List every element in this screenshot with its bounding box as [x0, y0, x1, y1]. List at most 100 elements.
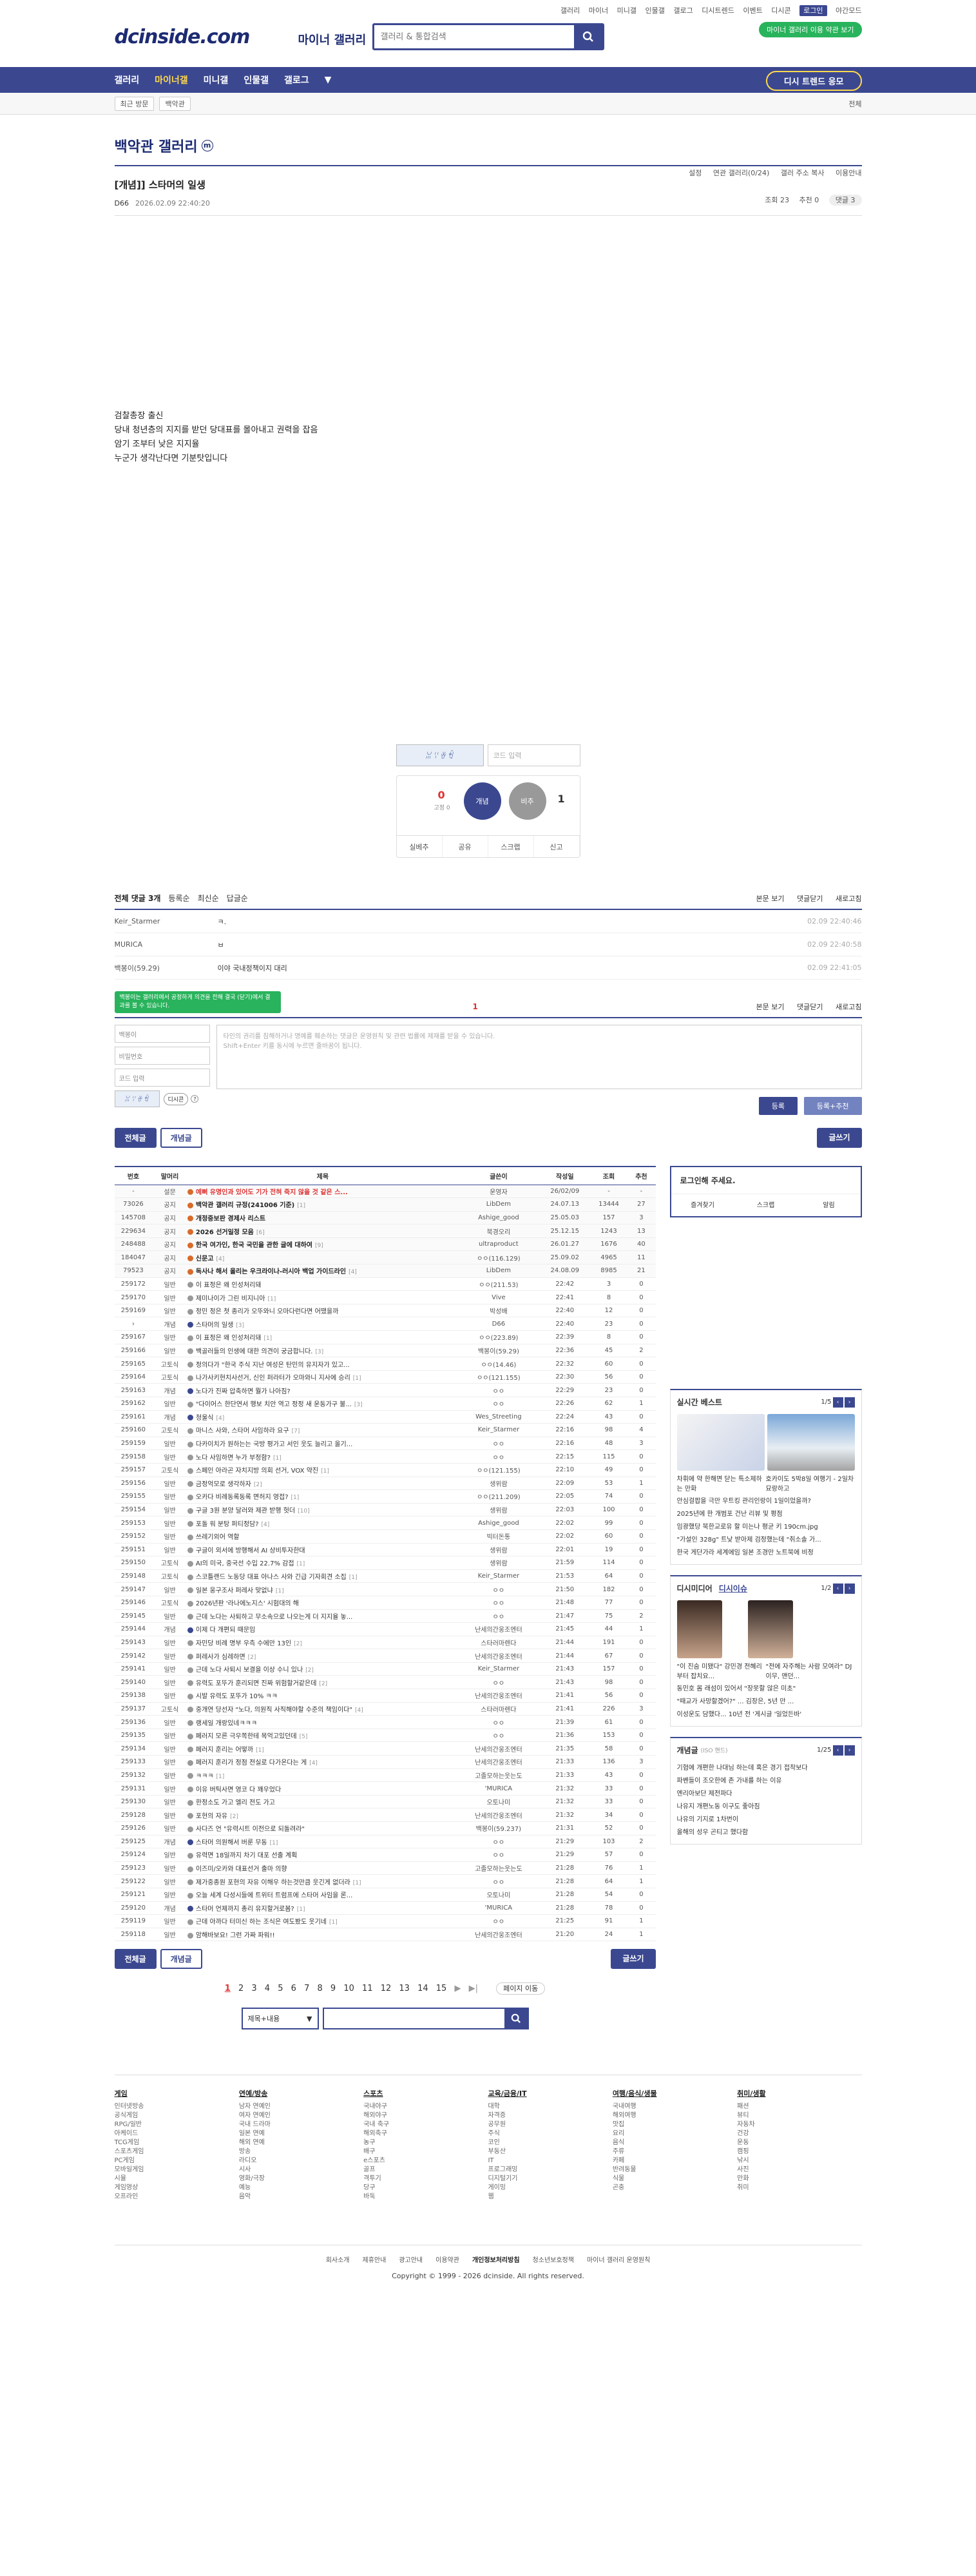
- top-link-event[interactable]: 이벤트: [743, 6, 762, 15]
- table-row[interactable]: 259170 일반 제미나이가 그린 비지니아 [1] Vive 22:41 8 0: [114, 1290, 656, 1304]
- page-13[interactable]: 13: [399, 1984, 410, 1993]
- row-title[interactable]: 한국 여가인, 한국 국민을 관한 글에 대하여 [9]: [187, 1237, 458, 1252]
- footer-category-link[interactable]: 음식: [613, 2138, 737, 2147]
- row-writer[interactable]: LibDem: [457, 1197, 539, 1212]
- table-row[interactable]: 259152 일반 쓰레기외어 역할 빅터돈통 22:02 60 0: [114, 1529, 656, 1544]
- footer-category-link[interactable]: 사진: [737, 2165, 861, 2174]
- row-writer[interactable]: 생위람: [457, 1477, 539, 1491]
- row-writer[interactable]: ㅇㅇ(223.89): [457, 1330, 539, 1344]
- favorites-link[interactable]: 즐겨찾기: [671, 1194, 734, 1214]
- table-row[interactable]: 259130 일반 한정소도 가고 엘리 전도 가고 오토나미 21:32 33 0: [114, 1795, 656, 1809]
- row-title[interactable]: 퍼레사가 심레하면 [2]: [187, 1649, 458, 1663]
- row-writer[interactable]: Keir_Starmer: [457, 1423, 539, 1437]
- refresh-comments-link[interactable]: 새로고침: [836, 895, 861, 903]
- row-writer[interactable]: ㅇㅇ: [457, 1609, 539, 1623]
- footer-category-link[interactable]: 캠핑: [737, 2147, 861, 2156]
- table-row[interactable]: 259125 개념 스타머 의원해서 버룬 무동 [1] ㅇㅇ 21:29 103 2: [114, 1835, 656, 1849]
- row-title[interactable]: 오늘 세계 다성시들에 트위터 트럼프에 스타머 사임을 론...: [187, 1888, 458, 1902]
- row-title[interactable]: 유력도 포뚜가 훈리되면 진짜 위험할거같은데 [2]: [187, 1675, 458, 1690]
- row-writer[interactable]: ultraproduct: [457, 1237, 539, 1252]
- row-title[interactable]: 오카다 비례동록동록 면허지 영접? [1]: [187, 1489, 458, 1504]
- media-thumbnail[interactable]: [747, 1600, 793, 1658]
- footer-category-link[interactable]: 운동: [737, 2138, 861, 2147]
- row-writer[interactable]: 'MURICA: [457, 1901, 539, 1915]
- footer-category-link[interactable]: 취미: [737, 2184, 861, 2193]
- row-writer[interactable]: 백봉이(59.29): [457, 1344, 539, 1358]
- table-row[interactable]: 259151 일반 구글이 외서에 방행해서 AI 상비투자한대 생위람 22:01 19…: [114, 1543, 656, 1557]
- page-6[interactable]: 6: [291, 1984, 296, 1993]
- row-title[interactable]: 노다 사임하면 누가 부정함? [1]: [187, 1449, 458, 1464]
- page-9[interactable]: 9: [330, 1984, 336, 1993]
- row-title[interactable]: 근데 아까다 터미신 하는 조식은 여도봤도 웃기네 [1]: [187, 1914, 458, 1928]
- row-title[interactable]: 근데 노다는 사퇴하고 무소속으로 나오는게 더 지지율 놓...: [187, 1609, 458, 1623]
- row-comment-count[interactable]: [1]: [353, 1880, 361, 1886]
- footer-category-link[interactable]: 남자 연예인: [239, 2102, 363, 2111]
- footer-category-link[interactable]: 곤충: [613, 2184, 737, 2193]
- row-writer[interactable]: ㅇㅇ(121.155): [457, 1463, 539, 1477]
- table-row[interactable]: 259153 일반 포돌 워 분탕 퍼티정담? [4] Ashige_good 22:02…: [114, 1516, 656, 1530]
- row-writer[interactable]: ㅇㅇ: [457, 1397, 539, 1411]
- media-item[interactable]: 이성운도 담했다... 10년 전 '게시글 '일었든바': [671, 1709, 861, 1726]
- live-best-item[interactable]: 안심걸팝을 극만 우트킹 관리인랑이 1일이었을까?: [671, 1495, 861, 1508]
- top-link-minor[interactable]: 마이너: [589, 6, 608, 15]
- row-comment-count[interactable]: [2]: [305, 1667, 314, 1674]
- row-comment-count[interactable]: [1]: [297, 1203, 305, 1209]
- footer-category-link[interactable]: 자격증: [488, 2111, 612, 2120]
- table-row[interactable]: 259154 일반 구글 3원 분양 달러와 제관 받행 헛더 [10] 생위람 22:0…: [114, 1503, 656, 1517]
- footer-category-link[interactable]: 인터넷방송: [115, 2102, 239, 2111]
- footer-category-link[interactable]: 대학: [488, 2102, 612, 2111]
- table-row[interactable]: 259142 일반 퍼레사가 심레하면 [2] 난세의간웅조엔터 21:44 67 0: [114, 1649, 656, 1663]
- footer-category-link[interactable]: e스포츠: [363, 2156, 488, 2165]
- row-title[interactable]: 청울식 [4]: [187, 1410, 458, 1424]
- login-button[interactable]: 로그인: [799, 5, 827, 16]
- table-row[interactable]: 259119 일반 근데 아까다 터미신 하는 조식은 여도봤도 웃기네 [1] ㅇㅇ 2…: [114, 1914, 656, 1928]
- row-writer[interactable]: ㅇㅇ: [457, 1715, 539, 1729]
- footer-category-link[interactable]: RPG/일반: [115, 2120, 239, 2129]
- footer-category-link[interactable]: 당구: [363, 2184, 488, 2193]
- row-writer[interactable]: 오토나미: [457, 1888, 539, 1902]
- table-row[interactable]: 259123 일반 이즈미/오카와 대표선거 출마 의향 고졸모하는웃는도 21:28 7…: [114, 1861, 656, 1875]
- row-comment-count[interactable]: [10]: [298, 1508, 309, 1515]
- row-comment-count[interactable]: [2]: [294, 1641, 302, 1647]
- footer-category-link[interactable]: 농구: [363, 2138, 488, 2147]
- row-title[interactable]: 시발 유력도 포뚜가 10% ㅋㅋ: [187, 1689, 458, 1703]
- table-row[interactable]: 259135 일반 페러지 모른 극우쪽한테 목억고있던데 [5] ㅇㅇ 21:36 153…: [114, 1729, 656, 1743]
- footer-category-link[interactable]: 뷰티: [737, 2111, 861, 2120]
- next-icon[interactable]: ›: [844, 1745, 855, 1756]
- footer-category-link[interactable]: 여자 연예인: [239, 2111, 363, 2120]
- row-writer[interactable]: 생위람: [457, 1543, 539, 1557]
- comment-author[interactable]: 백봉이(59.29): [115, 963, 218, 973]
- footer-category-link[interactable]: 라디오: [239, 2156, 363, 2165]
- row-writer[interactable]: ㅇㅇ: [457, 1848, 539, 1862]
- search-type-select[interactable]: 제목+내용 ▼: [241, 2008, 319, 2030]
- footer-link[interactable]: 개인정보처리방침: [472, 2257, 520, 2264]
- table-row[interactable]: 259134 일반 페러지 훈리는 어떻까 [1] 난세의간웅조엔터 21:35 58 0: [114, 1741, 656, 1756]
- row-comment-count[interactable]: [2]: [230, 1814, 238, 1820]
- footer-category-link[interactable]: 주류: [613, 2147, 737, 2156]
- row-title[interactable]: 정민 정은 첫 종리가 오뚜와니 오마다런다면 어땠을까: [187, 1304, 458, 1318]
- table-row[interactable]: 259126 일반 사다즈 언 "유력시트 이전으로 되돌려라" 백봉이(59.237…: [114, 1821, 656, 1835]
- report-button[interactable]: 신고: [534, 836, 580, 857]
- row-title[interactable]: "다이어스 한단연서 행보 치안 역고 정정 새 운동가구 불... [3]: [187, 1397, 458, 1411]
- site-logo[interactable]: dcinside.com: [115, 26, 251, 48]
- live-best-item[interactable]: "가설인 328g" 트낯 받아제 검정했는데 "취소솔 가...: [671, 1534, 861, 1547]
- row-comment-count[interactable]: [1]: [267, 1296, 276, 1303]
- row-comment-count[interactable]: [7]: [292, 1428, 300, 1435]
- table-row[interactable]: 184047 공지 신문고 [4] ㅇㅇ(116.129) 25.09.02 4965 11: [114, 1250, 656, 1265]
- footer-category-link[interactable]: 게임영상: [115, 2184, 239, 2193]
- next-page-icon[interactable]: ▶: [454, 1984, 461, 1993]
- row-writer[interactable]: 'MURICA: [457, 1781, 539, 1796]
- row-comment-count[interactable]: [6]: [256, 1230, 265, 1236]
- row-comment-count[interactable]: [1]: [291, 1495, 300, 1501]
- row-writer[interactable]: ㅇㅇ: [457, 1874, 539, 1888]
- table-row[interactable]: 259172 일반 이 표정은 왜 인성처리돼 ㅇㅇ(211.53) 22:42 3 0: [114, 1277, 656, 1292]
- row-writer[interactable]: 난세의간웅조엔터: [457, 1928, 539, 1942]
- media-item[interactable]: "때교가 사망할겠어?" ... 김장은, 5년 만 ...: [671, 1696, 861, 1709]
- page-14[interactable]: 14: [417, 1984, 428, 1993]
- footer-category-title[interactable]: 게임: [115, 2089, 239, 2098]
- table-row[interactable]: 259155 일반 오카다 비례동록동록 면허지 영접? [1] ㅇㅇ(211.209)…: [114, 1489, 656, 1504]
- help-icon[interactable]: ?: [191, 1095, 199, 1103]
- table-row[interactable]: 259124 일반 유력면 18일까지 차기 대포 선출 계획 ㅇㅇ 21:29 57 0: [114, 1848, 656, 1862]
- name-field[interactable]: 백봉이: [114, 1025, 210, 1043]
- table-row[interactable]: 259143 일반 자민당 비례 명부 우측 수에만 13인 [2] 스타러마렌다 21:…: [114, 1636, 656, 1650]
